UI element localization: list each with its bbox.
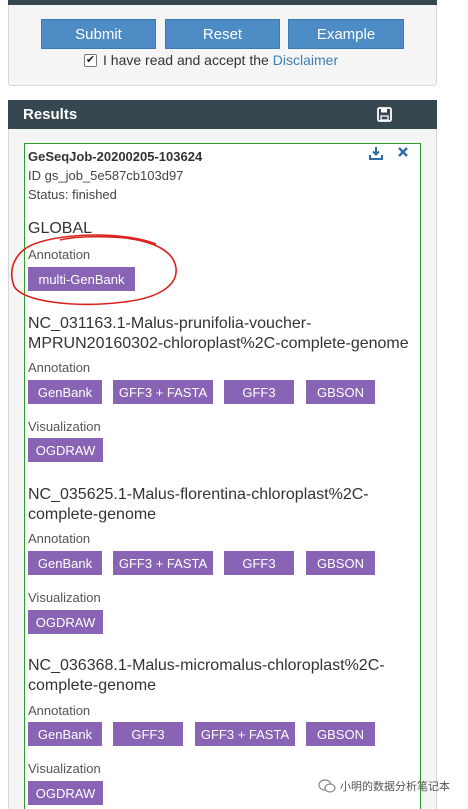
genome-title-3: NC_036368.1-Malus-micromalus-chloroplast…: [28, 657, 385, 694]
disclaimer-link[interactable]: Disclaimer: [273, 52, 338, 68]
genome-3-genbank-button[interactable]: GenBank: [28, 722, 102, 746]
results-title: Results: [23, 106, 78, 123]
genome-2-gff3-fasta-button[interactable]: GFF3 + FASTA: [113, 551, 213, 575]
global-title: GLOBAL: [28, 220, 93, 237]
genome-1-gff3-button[interactable]: GFF3: [224, 380, 294, 404]
genome-1-ogdraw-button[interactable]: OGDRAW: [28, 438, 103, 462]
genome-2-gbson-button[interactable]: GBSON: [306, 551, 375, 575]
submit-button[interactable]: Submit: [41, 19, 156, 49]
job-title: GeSeqJob-20200205-103624: [28, 149, 203, 164]
genome-2-annotation-label: Annotation: [28, 531, 91, 546]
genome-2-genbank-button[interactable]: GenBank: [28, 551, 102, 575]
form-panel-topbar: [8, 0, 437, 5]
wechat-icon: [318, 779, 336, 793]
download-icon[interactable]: [369, 146, 383, 160]
close-icon[interactable]: [397, 146, 409, 158]
global-annotation-label: Annotation: [28, 247, 91, 262]
save-icon[interactable]: [377, 107, 392, 122]
multi-genbank-button[interactable]: multi-GenBank: [28, 267, 135, 291]
genome-1-gff3-fasta-button[interactable]: GFF3 + FASTA: [113, 380, 213, 404]
genome-3-gbson-button[interactable]: GBSON: [306, 722, 375, 746]
genome-title-2: NC_035625.1-Malus-florentina-chloroplast…: [28, 486, 369, 523]
watermark: 小明的数据分析笔记本: [318, 778, 450, 794]
watermark-text: 小明的数据分析笔记本: [340, 781, 450, 793]
example-button[interactable]: Example: [288, 19, 404, 49]
job-status: Status: finished: [28, 187, 117, 202]
genome-3-ogdraw-button[interactable]: OGDRAW: [28, 781, 103, 805]
genome-3-visualization-label: Visualization: [28, 761, 101, 776]
genome-2-ogdraw-button[interactable]: OGDRAW: [28, 610, 103, 634]
job-id: ID gs_job_5e587cb103d97: [28, 168, 184, 183]
genome-1-gbson-button[interactable]: GBSON: [306, 380, 375, 404]
genome-3-gff3-button[interactable]: GFF3: [113, 722, 183, 746]
genome-3-annotation-label: Annotation: [28, 703, 91, 718]
genome-title-1: NC_031163.1-Malus-prunifolia-voucher-MPR…: [28, 315, 409, 352]
disclaimer-row: ✔ I have read and accept the Disclaimer: [84, 52, 338, 68]
results-header: Results: [8, 100, 437, 129]
genome-1-annotation-label: Annotation: [28, 360, 91, 375]
disclaimer-checkbox[interactable]: ✔: [84, 53, 97, 67]
genome-2-visualization-label: Visualization: [28, 590, 101, 605]
genome-1-visualization-label: Visualization: [28, 419, 101, 434]
genome-1-genbank-button[interactable]: GenBank: [28, 380, 102, 404]
genome-3-gff3-fasta-button[interactable]: GFF3 + FASTA: [195, 722, 295, 746]
genome-2-gff3-button[interactable]: GFF3: [224, 551, 294, 575]
disclaimer-text: I have read and accept the: [103, 52, 269, 68]
reset-button[interactable]: Reset: [165, 19, 280, 49]
